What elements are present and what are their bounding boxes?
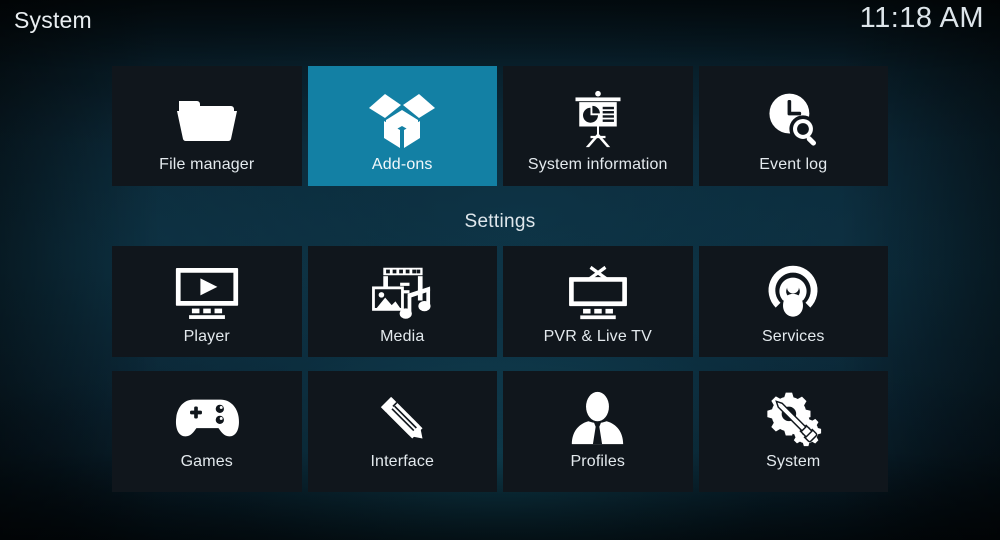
settings-menu-row-2: Games Interface Profiles System (112, 371, 888, 492)
film-photo-music-icon (370, 262, 434, 324)
tile-label: File manager (159, 156, 255, 173)
tile-games[interactable]: Games (112, 371, 302, 492)
tile-pvr-live-tv[interactable]: PVR & Live TV (503, 246, 693, 357)
tile-label: Media (380, 328, 425, 345)
tile-file-manager[interactable]: File manager (112, 66, 302, 186)
presentation-icon (568, 86, 628, 152)
tile-add-ons[interactable]: Add-ons (307, 66, 497, 186)
tile-label: Add-ons (371, 156, 433, 173)
tile-label: Player (183, 328, 230, 345)
gamepad-icon (174, 387, 240, 449)
settings-section-heading: Settings (464, 211, 536, 232)
gear-screwdriver-icon (764, 387, 822, 449)
tile-label: Interface (370, 453, 435, 470)
tile-system-information[interactable]: System information (503, 66, 693, 186)
tile-label: System information (527, 156, 668, 173)
open-box-icon (367, 86, 437, 152)
tile-label: PVR & Live TV (543, 328, 652, 345)
tile-label: Profiles (570, 453, 626, 470)
page-title: System (14, 7, 92, 33)
tile-label: Event log (759, 156, 828, 173)
tile-label: System (766, 453, 821, 470)
tile-services[interactable]: Services (698, 246, 888, 357)
broadcast-person-icon (764, 262, 822, 324)
person-bust-icon (570, 387, 625, 449)
tile-interface[interactable]: Interface (307, 371, 497, 492)
tile-event-log[interactable]: Event log (698, 66, 888, 186)
clock: 11:18 AM (859, 2, 984, 34)
pencil-ruler-icon (373, 387, 431, 449)
monitor-play-icon (174, 262, 240, 324)
folder-icon (175, 86, 239, 152)
top-menu-row: File manager Add-ons System information … (112, 66, 888, 186)
clock-search-icon (764, 86, 822, 152)
tv-antenna-icon (565, 262, 631, 324)
tile-label: Services (761, 328, 825, 345)
settings-menu-row-1: Player Media PVR & Live TV Services (112, 246, 888, 357)
tile-media[interactable]: Media (307, 246, 497, 357)
tile-profiles[interactable]: Profiles (503, 371, 693, 492)
header-bar: System 11:18 AM (0, 0, 1000, 54)
tile-label: Games (180, 453, 233, 470)
tile-system[interactable]: System (698, 371, 888, 492)
tile-player[interactable]: Player (112, 246, 302, 357)
